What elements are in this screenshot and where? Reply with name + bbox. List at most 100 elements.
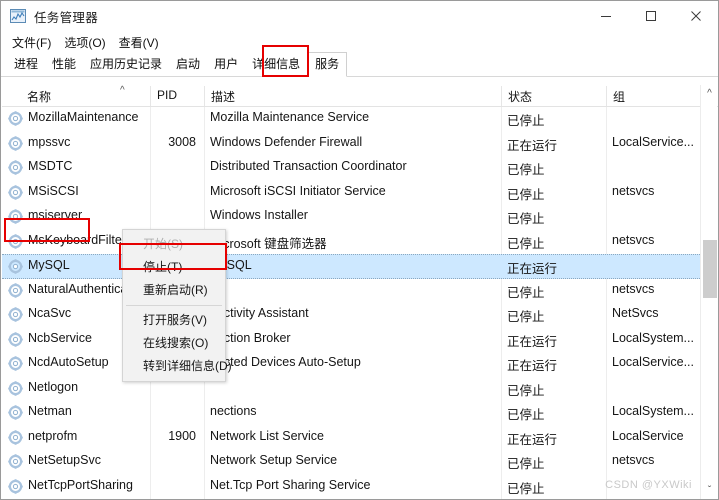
maximize-button[interactable] xyxy=(628,1,673,31)
table-row[interactable]: MySQL7402MySQL正在运行 xyxy=(2,254,702,279)
cell-service-desc: Microsoft 键盘筛选器 xyxy=(210,236,327,251)
cell-service-desc: Network Setup Service xyxy=(210,453,338,467)
table-row[interactable]: Netlogon 已停止 xyxy=(2,377,702,402)
cell-service-group: netsvcs xyxy=(612,232,655,247)
tab-performance[interactable]: 性能 xyxy=(45,53,83,76)
cell-service-name: mpssvc xyxy=(28,134,71,149)
tab-app-history[interactable]: 应用历史记录 xyxy=(83,53,169,76)
table-row[interactable]: NcaSvc nectivity Assistant 已停止 NetSvcs xyxy=(2,303,702,328)
vertical-scrollbar[interactable]: ^ ˇ xyxy=(700,85,717,499)
cell-service-status: 正在运行 xyxy=(507,138,558,153)
table-row[interactable]: NetTcpPortSharing Net.Tcp Port Sharing Se… xyxy=(2,475,702,500)
service-gear-icon xyxy=(8,160,23,175)
table-row[interactable]: mpssvc 3008 Windows Defender Firewall 正在运行 L… xyxy=(2,132,702,157)
cell-service-desc: nectivity Assistant xyxy=(210,306,309,320)
service-gear-icon xyxy=(8,233,23,249)
table-row[interactable]: msiserver Windows Installer 已停止 xyxy=(2,205,702,230)
menu-item-options[interactable]: 选项(O) xyxy=(60,32,114,53)
menu-bar: 文件(F) 选项(O) 查看(V) xyxy=(1,31,718,53)
service-gear-icon xyxy=(8,282,23,298)
column-divider-2[interactable] xyxy=(204,86,205,106)
scroll-up-arrow-icon[interactable]: ^ xyxy=(701,85,718,102)
table-row[interactable]: netprofm 1900 Network List Service 正在运行 Loca… xyxy=(2,426,702,451)
table-row[interactable]: NaturalAuthenticati 已停止 netsvcs xyxy=(2,279,702,304)
context-menu-item[interactable]: 打开服务(V) xyxy=(123,309,225,332)
cell-service-desc: nections xyxy=(210,404,257,418)
tab-startup[interactable]: 启动 xyxy=(169,53,207,76)
column-header-pid[interactable]: PID xyxy=(157,88,177,102)
context-menu-item[interactable]: 重新启动(R) xyxy=(123,279,225,302)
cell-service-status: 已停止 xyxy=(507,481,545,496)
cell-service-group: LocalService xyxy=(612,428,684,443)
task-manager-icon xyxy=(10,8,26,24)
service-context-menu[interactable]: 开始(S) 停止(T) 重新启动(R) 打开服务(V) 在线搜索(O) 转到详细信息(D) xyxy=(122,229,232,382)
cell-service-status: 正在运行 xyxy=(507,432,558,447)
tab-services[interactable]: 服务 xyxy=(307,52,348,77)
column-divider-3[interactable] xyxy=(501,86,502,106)
context-menu-separator xyxy=(126,305,222,306)
column-header-description[interactable]: 描述 xyxy=(211,88,235,105)
cell-service-status: 已停止 xyxy=(507,457,545,471)
table-row[interactable]: NcdAutoSetup nected Devices Auto-Setup 正在运… xyxy=(2,352,702,377)
minimize-button[interactable] xyxy=(583,1,628,31)
cell-service-group: LocalService... xyxy=(612,355,694,369)
column-header-name[interactable]: 名称 xyxy=(27,88,51,105)
tab-strip: 进程 性能 应用历史记录 启动 用户 详细信息 服务 xyxy=(1,52,718,77)
cell-service-group: netsvcs xyxy=(612,281,655,296)
cell-service-status: 已停止 xyxy=(507,310,545,324)
table-row[interactable]: MozillaMaintenance Mozilla Maintenance Se… xyxy=(2,107,702,132)
service-gear-icon xyxy=(8,478,23,494)
cell-service-status: 已停止 xyxy=(507,383,545,398)
cell-service-group: LocalSystem... xyxy=(612,404,694,418)
menu-item-view[interactable]: 查看(V) xyxy=(115,32,168,53)
table-row[interactable]: MsKeyboardFilter Microsoft 键盘筛选器 已停止 netsvc… xyxy=(2,230,702,255)
cell-service-status: 已停止 xyxy=(507,163,545,177)
column-header-status[interactable]: 状态 xyxy=(508,88,532,105)
task-manager-window: 任务管理器 文件(F) 选项(O) 查看(V) 进程 性能 应用历史记录 启动 … xyxy=(0,0,719,500)
cell-service-group: netsvcs xyxy=(612,453,655,467)
context-menu-item: 开始(S) xyxy=(143,237,183,251)
cell-service-group: LocalService... xyxy=(612,134,694,149)
cell-service-name: msiserver xyxy=(28,208,83,222)
service-gear-icon xyxy=(8,405,23,420)
service-gear-icon xyxy=(8,259,23,274)
column-header-group[interactable]: 组 xyxy=(613,88,625,105)
column-divider-1[interactable] xyxy=(150,86,151,106)
cell-service-desc: MySQL xyxy=(210,258,252,272)
close-button[interactable] xyxy=(673,1,718,31)
cell-service-desc: nection Broker xyxy=(210,330,291,345)
context-menu-item[interactable]: 转到详细信息(D) xyxy=(123,355,232,378)
cell-service-desc: Windows Defender Firewall xyxy=(210,134,363,149)
services-list[interactable]: MozillaMaintenance Mozilla Maintenance Se… xyxy=(2,107,702,500)
service-gear-icon xyxy=(8,380,23,396)
cell-service-group: LocalSystem... xyxy=(612,330,694,345)
cell-service-status: 已停止 xyxy=(507,187,545,202)
cell-service-status: 已停止 xyxy=(507,285,545,300)
context-menu-item[interactable]: 在线搜索(O) xyxy=(123,332,225,355)
cell-service-desc: Net.Tcp Port Sharing Service xyxy=(210,477,371,492)
cell-service-name: NetTcpPortSharing xyxy=(28,477,133,492)
table-row[interactable]: Netman nections 已停止 LocalSystem... xyxy=(2,401,702,426)
service-gear-icon xyxy=(8,356,23,371)
cell-service-name: MSDTC xyxy=(28,159,73,173)
table-row[interactable]: MSDTC Distributed Transaction Coordinator… xyxy=(2,156,702,181)
cell-service-desc: Mozilla Maintenance Service xyxy=(210,110,370,124)
tab-users[interactable]: 用户 xyxy=(207,53,245,76)
scroll-down-arrow-icon[interactable]: ˇ xyxy=(701,482,718,499)
window-controls xyxy=(583,1,718,31)
table-row[interactable]: NcbService nection Broker 正在运行 LocalSystem.… xyxy=(2,328,702,353)
tab-processes[interactable]: 进程 xyxy=(7,53,45,76)
menu-item-file[interactable]: 文件(F) xyxy=(8,32,60,53)
cell-service-name: Netman xyxy=(28,404,72,418)
context-menu-item[interactable]: 停止(T) xyxy=(123,256,225,279)
table-row[interactable]: NetSetupSvc Network Setup Service 已停止 netsv… xyxy=(2,450,702,475)
cell-service-status: 已停止 xyxy=(507,212,545,226)
column-header-row: 名称 ^ PID 描述 状态 组 xyxy=(2,85,718,107)
cell-service-status: 已停止 xyxy=(507,236,545,251)
tab-details[interactable]: 详细信息 xyxy=(245,53,307,76)
table-row[interactable]: MSiSCSI Microsoft iSCSI Initiator Service… xyxy=(2,181,702,206)
cell-service-status: 已停止 xyxy=(507,408,545,422)
column-divider-4[interactable] xyxy=(606,86,607,106)
scrollbar-thumb[interactable] xyxy=(703,240,717,298)
cell-service-desc: Windows Installer xyxy=(210,208,308,222)
